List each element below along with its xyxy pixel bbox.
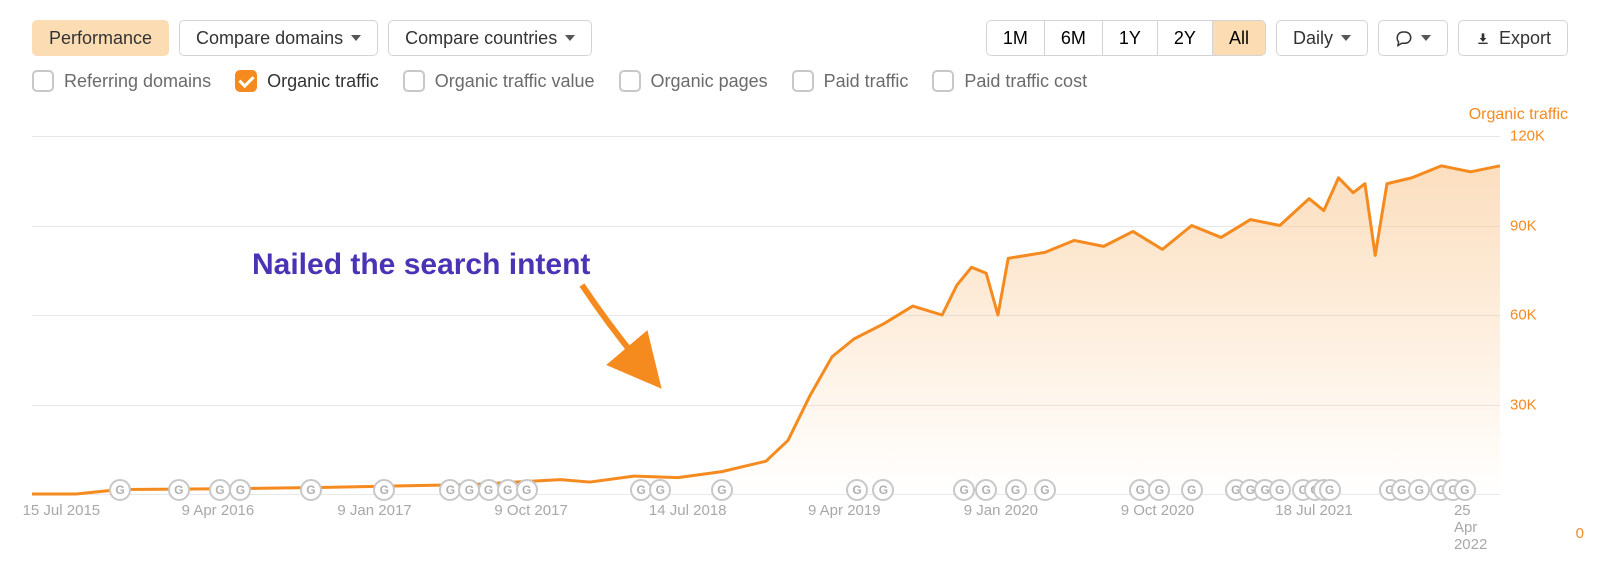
x-axis: 15 Jul 20159 Apr 20169 Jan 20179 Oct 201… bbox=[32, 502, 1500, 526]
x-tick-label: 9 Jan 2020 bbox=[964, 502, 1038, 519]
y-tick-label: 30K bbox=[1510, 396, 1560, 413]
range-all[interactable]: All bbox=[1213, 21, 1265, 55]
metric-label: Organic pages bbox=[651, 71, 768, 92]
gridline bbox=[32, 494, 1500, 495]
annotation-arrow-icon bbox=[572, 280, 672, 390]
chevron-down-icon bbox=[1341, 35, 1351, 41]
range-1m[interactable]: 1M bbox=[987, 21, 1045, 55]
range-1y[interactable]: 1Y bbox=[1103, 21, 1158, 55]
compare-domains-dropdown[interactable]: Compare domains bbox=[179, 20, 378, 56]
comment-icon bbox=[1395, 29, 1413, 47]
metric-label: Paid traffic cost bbox=[964, 71, 1087, 92]
metric-paid-traffic[interactable]: Paid traffic bbox=[792, 70, 909, 92]
metric-organic-traffic-value[interactable]: Organic traffic value bbox=[403, 70, 595, 92]
chevron-down-icon bbox=[565, 35, 575, 41]
checkbox-icon bbox=[619, 70, 641, 92]
metric-label: Organic traffic bbox=[267, 71, 379, 92]
date-range-selector: 1M6M1Y2YAll bbox=[986, 20, 1266, 56]
x-tick-label: 9 Apr 2016 bbox=[182, 502, 255, 519]
y-tick-label: 90K bbox=[1510, 217, 1560, 234]
range-6m[interactable]: 6M bbox=[1045, 21, 1103, 55]
toolbar: Performance Compare domains Compare coun… bbox=[32, 20, 1568, 56]
x-tick-label: 9 Oct 2017 bbox=[494, 502, 567, 519]
x-tick-label: 9 Apr 2019 bbox=[808, 502, 881, 519]
y-tick-label: 60K bbox=[1510, 307, 1560, 324]
compare-countries-dropdown[interactable]: Compare countries bbox=[388, 20, 592, 56]
chart: Organic traffic 30K60K90K120KGGGGGGGGGGG… bbox=[32, 100, 1568, 530]
checkbox-icon bbox=[932, 70, 954, 92]
checkbox-icon bbox=[235, 70, 257, 92]
x-tick-label: 15 Jul 2015 bbox=[23, 502, 101, 519]
export-label: Export bbox=[1499, 28, 1551, 49]
checkbox-icon bbox=[32, 70, 54, 92]
chevron-down-icon bbox=[351, 35, 361, 41]
y-tick-label: 120K bbox=[1510, 128, 1560, 145]
checkbox-icon bbox=[403, 70, 425, 92]
x-tick-label: 9 Oct 2020 bbox=[1121, 502, 1194, 519]
download-icon bbox=[1475, 30, 1491, 46]
x-tick-label: 14 Jul 2018 bbox=[649, 502, 727, 519]
performance-tab[interactable]: Performance bbox=[32, 20, 169, 56]
comments-dropdown[interactable] bbox=[1378, 20, 1448, 56]
plot-area[interactable]: 30K60K90K120KGGGGGGGGGGGGGGGGGGGGGGGGGGG… bbox=[32, 136, 1500, 494]
x-tick-label: 9 Jan 2017 bbox=[337, 502, 411, 519]
metric-organic-traffic[interactable]: Organic traffic bbox=[235, 70, 379, 92]
y-tick-label: 0 bbox=[1576, 525, 1584, 542]
metric-label: Paid traffic bbox=[824, 71, 909, 92]
metric-toggles: Referring domains Organic traffic Organic … bbox=[32, 70, 1568, 92]
granularity-dropdown[interactable]: Daily bbox=[1276, 20, 1368, 56]
granularity-label: Daily bbox=[1293, 28, 1333, 49]
annotation-text: Nailed the search intent bbox=[252, 248, 590, 282]
range-2y[interactable]: 2Y bbox=[1158, 21, 1213, 55]
toolbar-left: Performance Compare domains Compare coun… bbox=[32, 20, 592, 56]
metric-referring-domains[interactable]: Referring domains bbox=[32, 70, 211, 92]
metric-label: Referring domains bbox=[64, 71, 211, 92]
x-tick-label: 18 Jul 2021 bbox=[1275, 502, 1353, 519]
chart-legend: Organic traffic bbox=[1469, 106, 1568, 124]
export-button[interactable]: Export bbox=[1458, 20, 1568, 56]
toolbar-right: 1M6M1Y2YAll Daily Export bbox=[986, 20, 1568, 56]
metric-label: Organic traffic value bbox=[435, 71, 595, 92]
compare-domains-label: Compare domains bbox=[196, 28, 343, 49]
metric-organic-pages[interactable]: Organic pages bbox=[619, 70, 768, 92]
compare-countries-label: Compare countries bbox=[405, 28, 557, 49]
chevron-down-icon bbox=[1421, 35, 1431, 41]
metric-paid-traffic-cost[interactable]: Paid traffic cost bbox=[932, 70, 1087, 92]
checkbox-icon bbox=[792, 70, 814, 92]
x-tick-label: 25 Apr 2022 bbox=[1454, 502, 1487, 553]
series-line bbox=[32, 136, 1500, 494]
